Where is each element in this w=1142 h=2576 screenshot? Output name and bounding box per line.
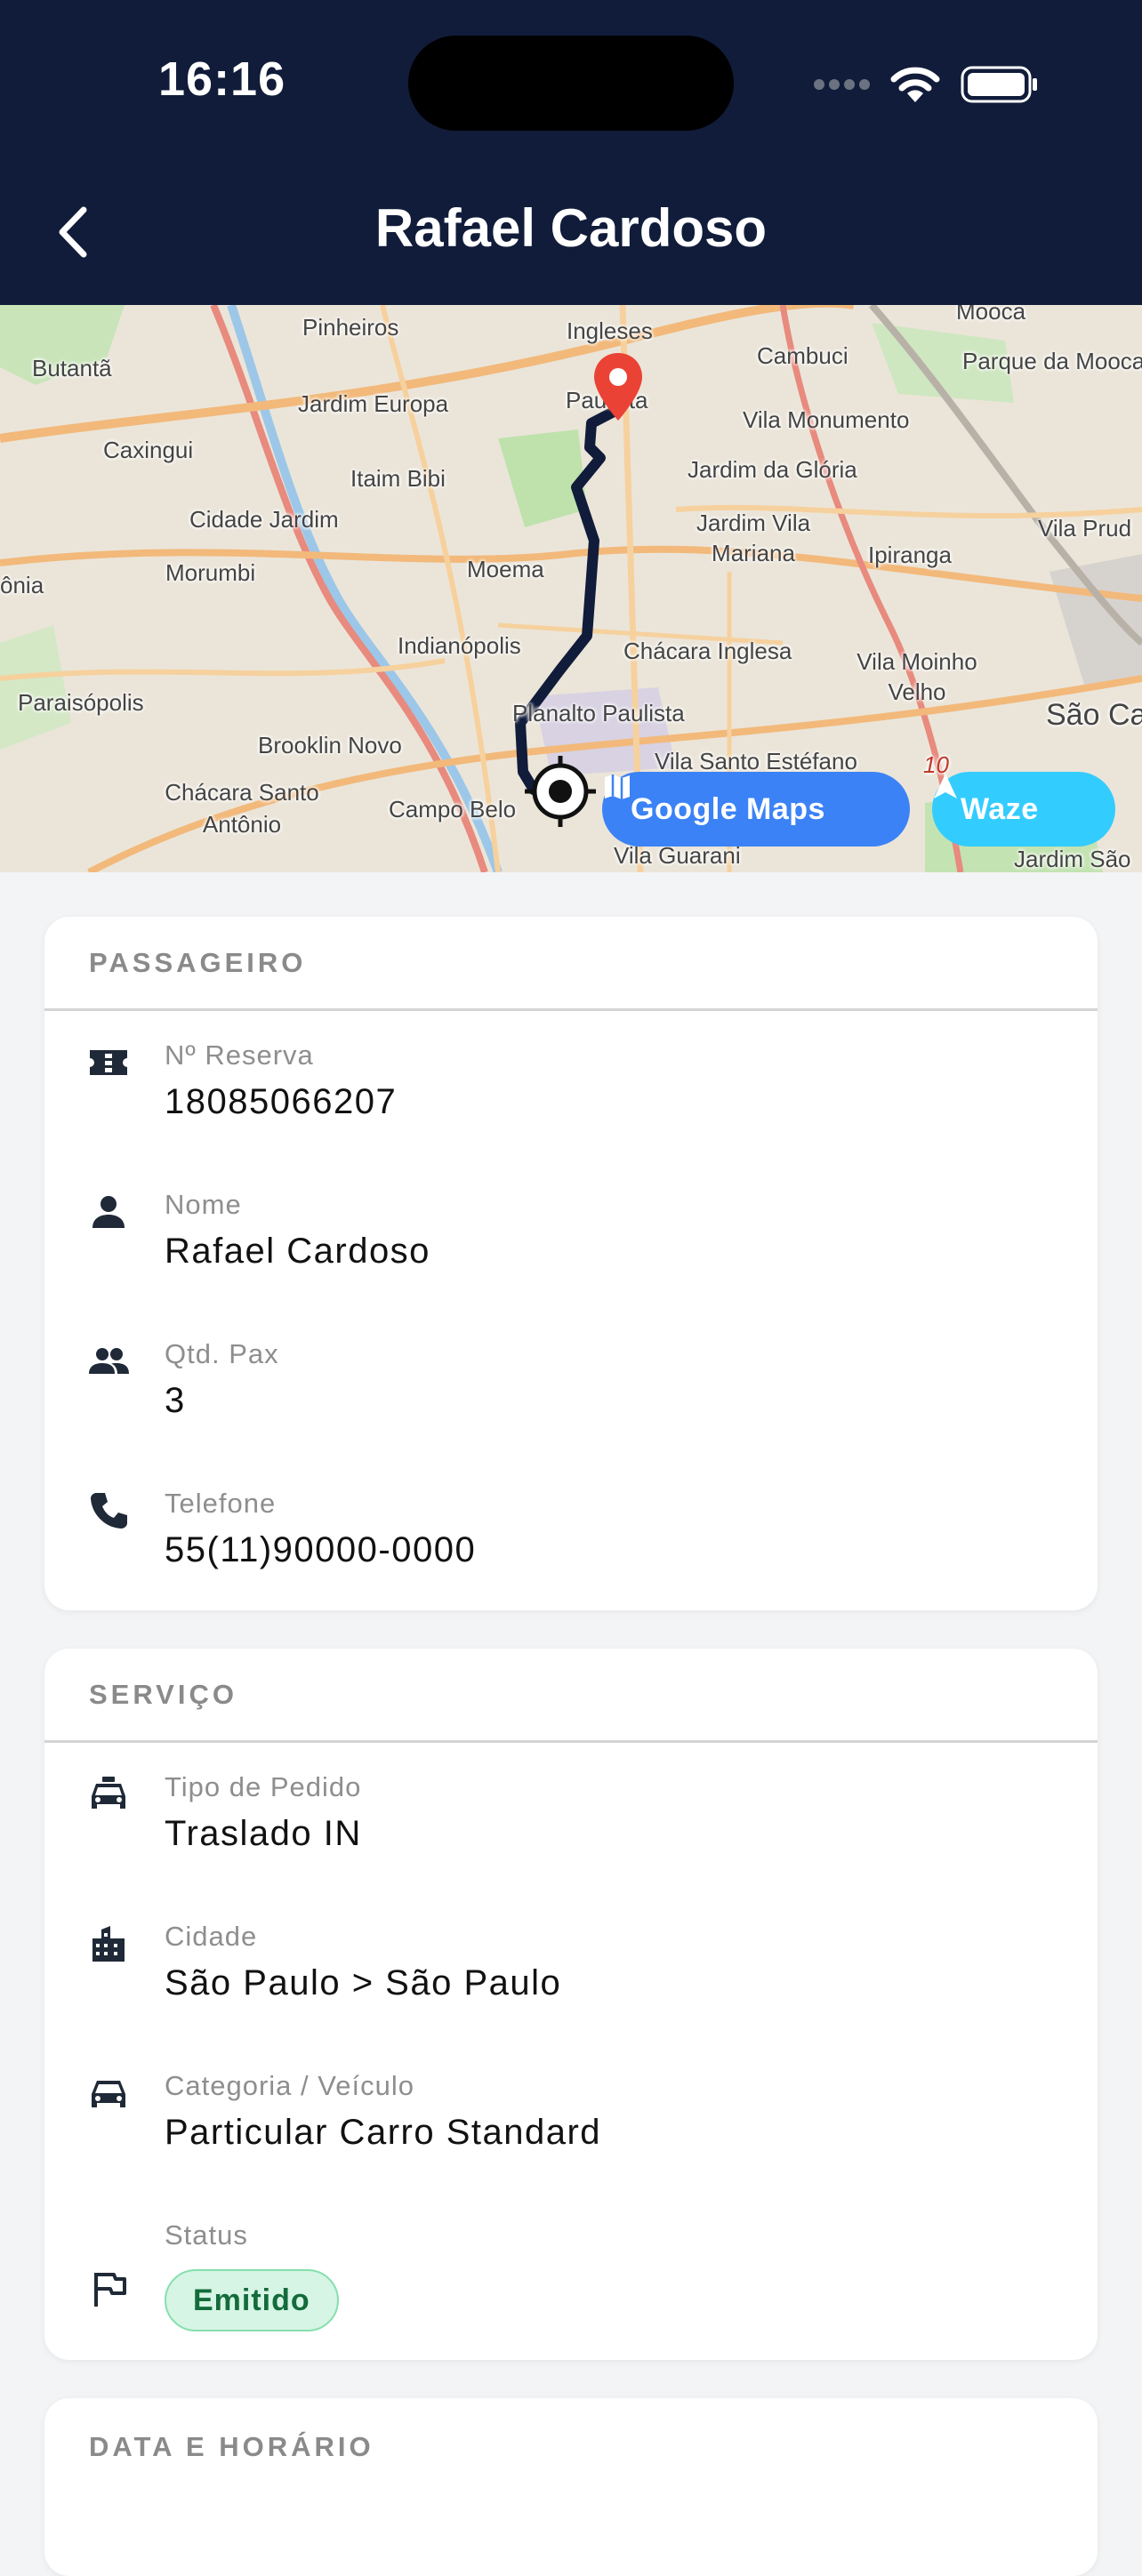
- map-label: Chácara Inglesa: [623, 638, 792, 664]
- map-label: Indianópolis: [398, 632, 521, 659]
- city-row: Cidade São Paulo > São Paulo: [44, 1892, 1098, 2042]
- vehicle-row: Categoria / Veículo Particular Carro Sta…: [44, 2042, 1098, 2191]
- phone-icon: [91, 1493, 127, 1529]
- phone-label: Telefone: [165, 1488, 277, 1519]
- status-row: Status Emitido: [44, 2191, 1098, 2340]
- date-time-section-heading: DATA E HORÁRIO: [89, 2431, 374, 2462]
- waze-button[interactable]: Waze: [932, 772, 1115, 847]
- service-card: SERVIÇO Tipo de Pedido Traslado IN Cidad…: [44, 1649, 1098, 2360]
- map-label: Chácara Santo Antônio: [165, 779, 319, 838]
- people-icon: [89, 1348, 129, 1374]
- taxi-icon: [92, 1777, 125, 1809]
- crosshair-icon: [525, 756, 596, 827]
- reservation-label: Nº Reserva: [165, 1039, 314, 1071]
- pax-row: Qtd. Pax 3: [44, 1310, 1098, 1459]
- phone-row[interactable]: Telefone 55(11)90000-0000: [44, 1459, 1098, 1609]
- map-label: Cidade Jardim: [189, 506, 339, 533]
- reservation-value: 18085066207: [165, 1082, 398, 1121]
- map-label: Itaim Bibi: [350, 465, 446, 492]
- city-icon: [92, 1926, 125, 1962]
- flag-icon: [94, 2273, 126, 2307]
- city-label: Cidade: [165, 1921, 258, 1952]
- order-type-value: Traslado IN: [165, 1814, 362, 1853]
- google-maps-button[interactable]: Google Maps: [602, 772, 910, 847]
- map-label: Jardim Vila Mariana: [696, 510, 811, 566]
- map-label: Butantã: [32, 355, 112, 381]
- map-label: Vila Moinho Velho: [856, 648, 977, 705]
- map-label: Ipiranga: [868, 542, 952, 568]
- name-row: Nome Rafael Cardoso: [44, 1160, 1098, 1310]
- waze-label: Waze: [961, 791, 1039, 826]
- page-title: Rafael Cardoso: [374, 198, 768, 258]
- name-value: Rafael Cardoso: [165, 1232, 430, 1271]
- map-label: Cambuci: [757, 342, 848, 369]
- map-label: Brooklin Novo: [258, 732, 402, 758]
- vehicle-label: Categoria / Veículo: [165, 2070, 414, 2101]
- map-label: Paraisópolis: [18, 689, 144, 716]
- order-type-label: Tipo de Pedido: [165, 1771, 362, 1802]
- map-label: Caxingui: [103, 437, 194, 463]
- status-badge: Emitido: [165, 2269, 339, 2331]
- passenger-card: PASSAGEIRO Nº Reserva 18085066207 Nome R…: [44, 917, 1098, 1610]
- vehicle-value: Particular Carro Standard: [165, 2113, 602, 2152]
- battery-icon: [961, 66, 1037, 103]
- pax-label: Qtd. Pax: [165, 1338, 279, 1369]
- date-time-card: DATA E HORÁRIO: [44, 2398, 1098, 2576]
- person-icon: [92, 1196, 125, 1228]
- ticket-icon: [90, 1050, 127, 1075]
- wifi-icon: [890, 67, 940, 102]
- map-label: Mooca: [956, 305, 1026, 325]
- map-label: Ingleses: [567, 317, 653, 344]
- navigation-arrow-icon: [934, 774, 957, 798]
- dynamic-island: [408, 36, 734, 131]
- map-label: Morumbi: [165, 559, 256, 586]
- map-icon: [605, 774, 630, 799]
- passenger-section-heading: PASSAGEIRO: [44, 917, 1098, 1011]
- car-icon: [92, 2081, 125, 2107]
- route-map[interactable]: Pinheiros Ingleses Mooca Butantã Jardim …: [0, 305, 1142, 872]
- map-label: Planalto Paulista: [512, 700, 685, 726]
- service-section-heading: SERVIÇO: [44, 1649, 1098, 1743]
- map-label: São Ca: [1046, 698, 1142, 732]
- map-label: ônia: [0, 572, 44, 598]
- google-maps-label: Google Maps: [631, 791, 825, 826]
- map-label: Campo Belo: [389, 796, 517, 823]
- map-label: Jardim Europa: [298, 390, 449, 417]
- map-label: Pinheiros: [302, 314, 399, 341]
- app-header: 16:16 Rafael Cardoso: [0, 0, 1142, 305]
- map-pin-icon: [594, 353, 642, 421]
- map-label: Jardim da Glória: [688, 456, 857, 483]
- name-label: Nome: [165, 1189, 242, 1220]
- status-label: Status: [165, 2219, 248, 2251]
- city-value: São Paulo > São Paulo: [165, 1963, 562, 2002]
- map-label: Moema: [467, 556, 544, 582]
- status-icons: [813, 62, 1039, 107]
- map-label: Parque da Mooca: [962, 348, 1142, 374]
- phone-value[interactable]: 55(11)90000-0000: [165, 1530, 476, 1570]
- status-time: 16:16: [158, 52, 286, 106]
- map-label: Jardim São: [1014, 846, 1131, 872]
- reservation-row: Nº Reserva 18085066207: [44, 1011, 1098, 1160]
- map-label: Vila Prud: [1038, 515, 1132, 542]
- cellular-dots-icon: [814, 79, 870, 90]
- map-label: Vila Monumento: [743, 406, 910, 433]
- order-type-row: Tipo de Pedido Traslado IN: [44, 1743, 1098, 1892]
- pax-value: 3: [165, 1381, 186, 1420]
